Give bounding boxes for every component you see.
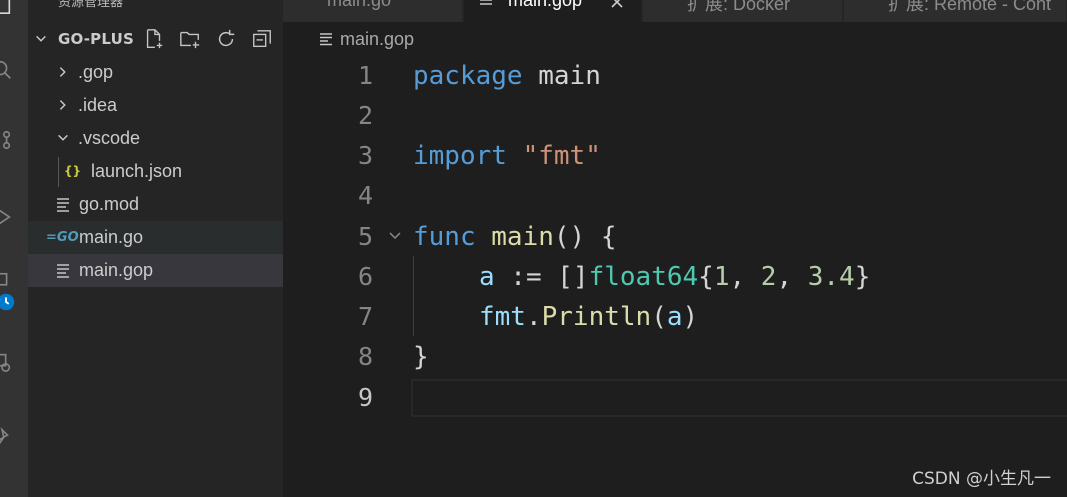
line-number: 1 — [357, 61, 373, 90]
token-variable: a — [479, 262, 495, 292]
tab-label: main.gop — [508, 0, 583, 10]
token-type: float64 — [588, 262, 699, 292]
extensions-icon[interactable] — [0, 350, 14, 374]
line-number: 6 — [357, 262, 373, 291]
token-number: 1 — [713, 262, 730, 292]
chevron-right-icon — [59, 67, 66, 77]
close-icon[interactable] — [609, 0, 625, 10]
tree-item-label: go.mod — [79, 194, 140, 214]
folder-name: GO-PLUS — [58, 30, 134, 48]
tree-item-main-go[interactable]: =GO main.go — [28, 221, 283, 254]
indent-guide — [413, 256, 414, 336]
folder-header[interactable]: GO-PLUS — [28, 24, 283, 54]
line-number: 3 — [357, 141, 373, 170]
token-punctuation: , — [776, 262, 808, 292]
run-debug-icon[interactable] — [0, 205, 14, 229]
explorer-title: 资源管理器 — [58, 0, 124, 10]
line-number: 2 — [357, 101, 373, 130]
tree-item-label: main.go — [79, 227, 144, 247]
code-line-1: package main — [413, 56, 601, 96]
clock-badge-icon — [0, 290, 18, 314]
chevron-down-icon — [36, 35, 46, 42]
tab-label: 扩展: Docker — [687, 0, 791, 14]
breadcrumb-file[interactable]: main.gop — [340, 29, 414, 50]
tree-item-label: .vscode — [78, 128, 141, 148]
token-package: fmt — [479, 302, 526, 332]
tab-extension-remote-containers[interactable]: 扩展: Remote - Cont — [844, 0, 1067, 22]
token-function: main — [491, 222, 554, 252]
activity-bar — [0, 0, 28, 497]
chevron-down-icon — [58, 134, 68, 141]
tree-item-launch-json[interactable]: {} launch.json — [28, 155, 283, 188]
files-icon[interactable] — [0, 0, 14, 16]
code-line-8: } — [413, 337, 429, 377]
token-keyword: func — [413, 222, 476, 252]
token-punctuation: ( — [651, 302, 667, 332]
tab-main-go[interactable]: main.go — [283, 0, 463, 22]
source-control-icon[interactable] — [0, 128, 14, 152]
tab-label: main.go — [327, 0, 392, 10]
token-function: Println — [541, 302, 652, 332]
tree-item-label: .idea — [78, 95, 118, 115]
token-identifier: main — [522, 61, 601, 91]
text-lines-icon — [480, 0, 492, 5]
code-line-5: func main() { — [413, 217, 617, 257]
code-line-7: fmt.Println(a) — [479, 297, 698, 337]
code-line-6: a := []float64{1, 2, 3.4} — [479, 257, 870, 297]
chevron-right-icon — [59, 100, 66, 110]
line-number: 8 — [357, 342, 373, 371]
line-number: 5 — [357, 222, 373, 251]
text-lines-icon — [57, 264, 69, 278]
code-line-3: import "fmt" — [413, 136, 601, 176]
tree-item-main-gop[interactable]: main.gop — [28, 254, 283, 287]
refresh-icon[interactable] — [214, 27, 238, 51]
token-punctuation: { — [698, 262, 714, 292]
token-operator: := [] — [494, 262, 589, 292]
code-editor[interactable]: 1 2 3 4 5 6 7 8 9 package main import "f… — [283, 56, 1067, 497]
tab-label: 扩展: Remote - Cont — [888, 0, 1052, 14]
token-keyword: import — [413, 141, 507, 171]
tree-item-gop-folder[interactable]: .gop — [28, 56, 283, 89]
current-line-highlight — [411, 379, 1067, 417]
fold-chevron-icon[interactable] — [387, 228, 403, 244]
new-folder-icon[interactable] — [178, 27, 202, 51]
token-punctuation: } — [854, 262, 871, 292]
line-number: 9 — [357, 383, 373, 412]
explorer-sidebar: 资源管理器 GO-PLUS .gop .idea .vscode {} laun… — [28, 0, 283, 497]
token-number: 2 — [760, 262, 777, 292]
watermark: CSDN @小生凡一 — [912, 469, 1051, 489]
token-punctuation: } — [413, 342, 429, 372]
tab-main-gop[interactable]: main.gop — [464, 0, 642, 22]
tree-item-label: main.gop — [79, 260, 154, 280]
token-punctuation: ) — [682, 302, 699, 332]
tree-item-label: launch.json — [91, 161, 183, 181]
token-punctuation: , — [729, 262, 761, 292]
token-string: "fmt" — [522, 141, 601, 171]
tree-item-vscode-folder[interactable]: .vscode — [28, 122, 283, 155]
breadcrumb: main.gop — [283, 22, 1067, 56]
line-number: 4 — [357, 181, 373, 210]
pin-icon[interactable] — [0, 425, 14, 449]
token-punctuation: () { — [553, 222, 617, 252]
explorer-actions — [142, 27, 274, 51]
go-file-icon: =GO — [46, 229, 79, 245]
tree-item-go-mod[interactable]: go.mod — [28, 188, 283, 221]
new-file-icon[interactable] — [142, 27, 166, 51]
search-icon[interactable] — [0, 58, 14, 82]
line-number: 7 — [357, 302, 373, 331]
tab-bar: main.go main.gop 扩展: Docker 扩展: Remote -… — [283, 0, 1067, 22]
json-braces-icon: {} — [64, 164, 82, 178]
token-number: 3.4 — [807, 262, 855, 292]
token-punctuation: . — [525, 302, 542, 332]
text-lines-icon — [320, 33, 332, 46]
tree-item-label: .gop — [78, 62, 114, 82]
text-lines-icon — [57, 198, 69, 212]
tab-extension-docker[interactable]: 扩展: Docker — [643, 0, 843, 22]
collapse-all-icon[interactable] — [250, 27, 274, 51]
token-keyword: package — [413, 61, 523, 91]
token-variable: a — [666, 302, 683, 332]
tree-item-idea-folder[interactable]: .idea — [28, 89, 283, 122]
